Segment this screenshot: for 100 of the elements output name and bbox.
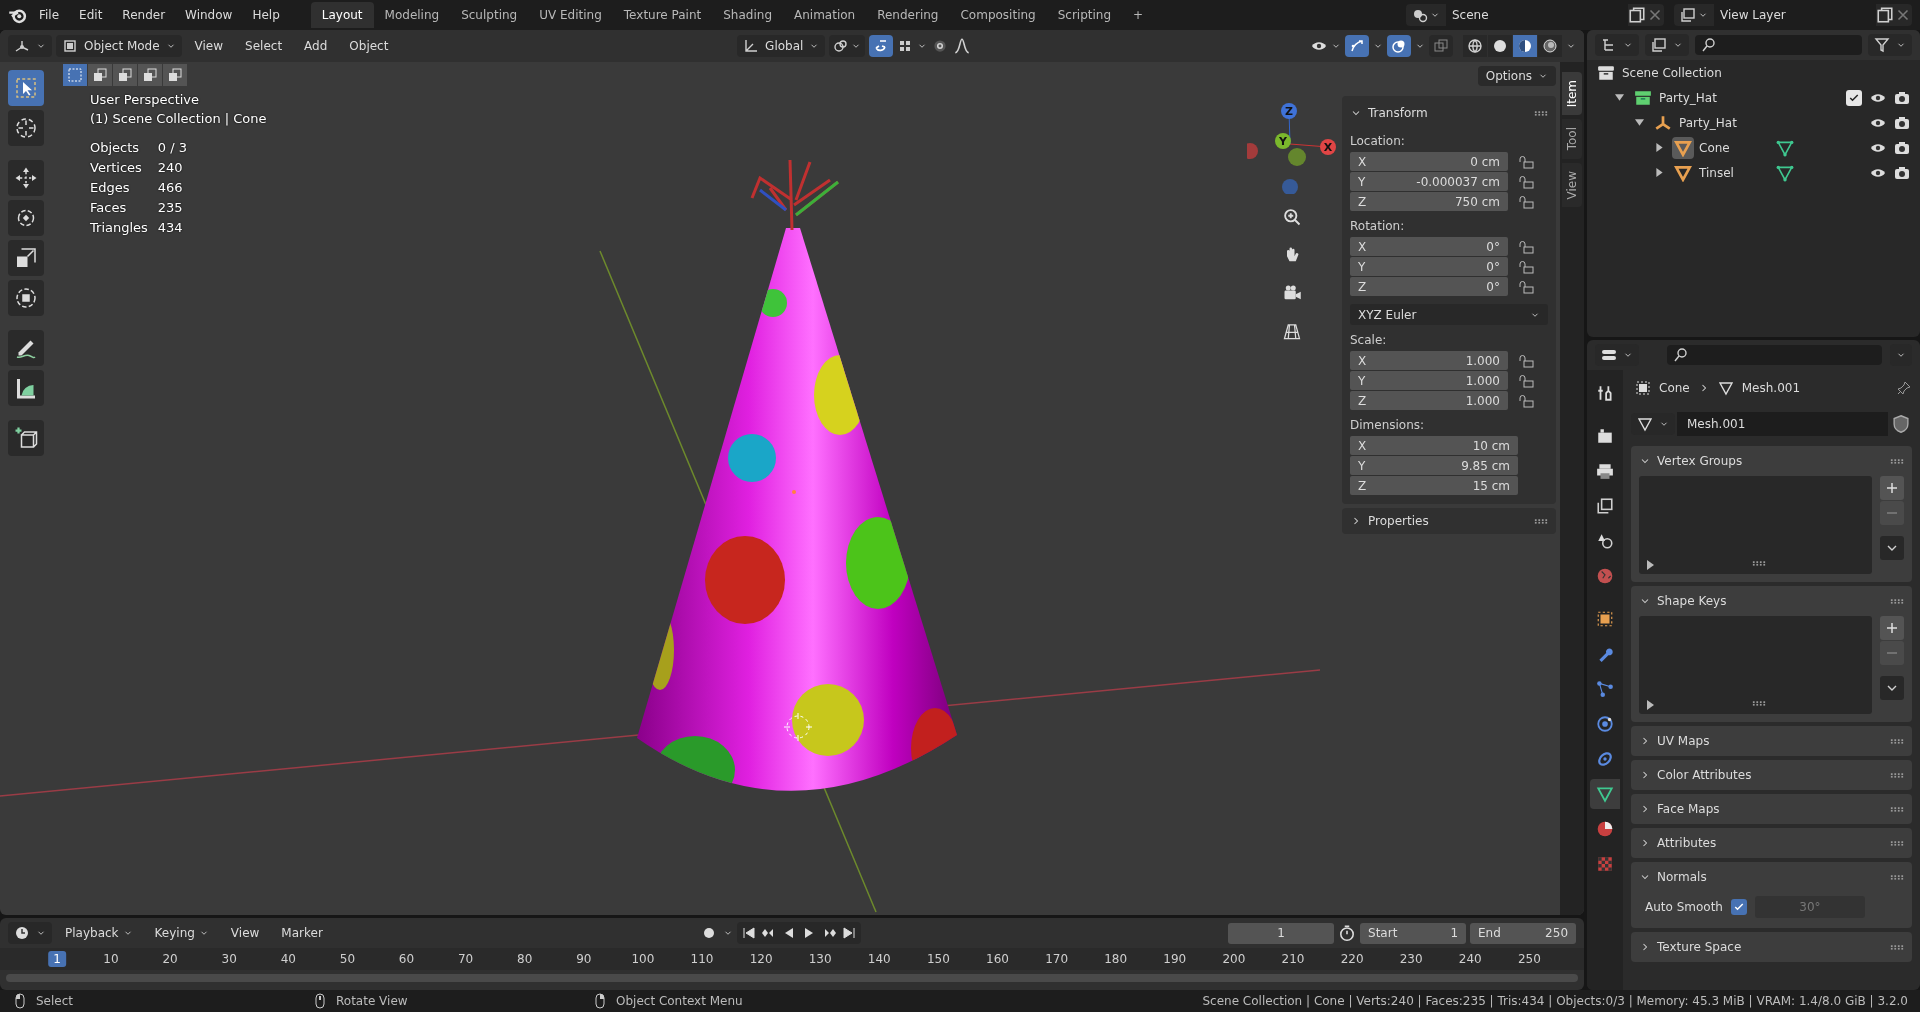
- shading-material-button[interactable]: [1513, 35, 1537, 57]
- triangle-icon[interactable]: [1674, 163, 1692, 182]
- overlays-toggle[interactable]: [1387, 35, 1411, 57]
- gizmos-toggle[interactable]: [1345, 35, 1369, 57]
- number-field[interactable]: X 0 cm: [1350, 152, 1508, 171]
- tool-button[interactable]: [8, 110, 44, 146]
- shield-icon[interactable]: [1890, 413, 1912, 435]
- tool-button[interactable]: [8, 160, 44, 196]
- menu-item[interactable]: File: [30, 4, 69, 26]
- panel-title[interactable]: Normals: [1657, 870, 1884, 884]
- triangle-icon[interactable]: [1674, 138, 1692, 157]
- menu-dropdown[interactable]: Playback: [56, 922, 142, 944]
- number-field[interactable]: Z 15 cm: [1350, 476, 1518, 495]
- frame-range-field[interactable]: Start 1: [1360, 922, 1466, 944]
- tool-button[interactable]: [8, 240, 44, 276]
- scene-field[interactable]: Scene: [1446, 4, 1628, 26]
- shading-solid-button[interactable]: [1488, 35, 1512, 57]
- search-field[interactable]: [1667, 345, 1882, 365]
- number-field[interactable]: X 1.000: [1350, 351, 1508, 370]
- panel-title[interactable]: Transform: [1368, 106, 1528, 120]
- falloff-curve-icon[interactable]: [953, 37, 972, 55]
- pivot-button[interactable]: [829, 35, 866, 57]
- menu-button[interactable]: [1880, 676, 1904, 700]
- panel-title[interactable]: Face Maps: [1657, 802, 1884, 816]
- triangle-down-icon[interactable]: [1635, 118, 1644, 127]
- select-mode-button[interactable]: [138, 64, 162, 86]
- outliner-item[interactable]: Party_Hat: [1659, 90, 1841, 105]
- menu-item[interactable]: Add: [295, 35, 337, 57]
- options-dropdown[interactable]: Options: [1477, 66, 1556, 86]
- mesh-data-icon[interactable]: [1776, 163, 1794, 182]
- add-workspace-button[interactable]: +: [1122, 2, 1155, 28]
- panel-title[interactable]: Shape Keys: [1657, 594, 1884, 608]
- outliner-item[interactable]: Scene Collection: [1622, 65, 1910, 80]
- padlock-open-icon[interactable]: [1518, 372, 1534, 389]
- add-button[interactable]: [1880, 616, 1904, 640]
- menu-item[interactable]: Select: [236, 35, 292, 57]
- datablock-name-field[interactable]: Mesh.001: [1677, 412, 1888, 436]
- padlock-open-icon[interactable]: [1518, 173, 1534, 190]
- sidebar-tab[interactable]: View: [1562, 162, 1582, 208]
- box-icon[interactable]: [1634, 88, 1652, 107]
- tool-button[interactable]: [8, 370, 44, 406]
- display-mode-button[interactable]: [1595, 34, 1639, 56]
- workspace-tab[interactable]: Animation: [783, 2, 867, 28]
- number-field[interactable]: Y 9.85 cm: [1350, 456, 1518, 475]
- number-field[interactable]: Z 1.000: [1350, 391, 1508, 410]
- tool-button[interactable]: [8, 70, 44, 106]
- panel-title[interactable]: Attributes: [1657, 836, 1884, 850]
- padlock-open-icon[interactable]: [1518, 392, 1534, 409]
- outliner-item[interactable]: Tinsel: [1699, 165, 1771, 180]
- padlock-open-icon[interactable]: [1518, 352, 1534, 369]
- checkbox[interactable]: [1731, 899, 1747, 915]
- menu-item[interactable]: Help: [243, 4, 289, 26]
- workspace-tab[interactable]: UV Editing: [528, 2, 613, 28]
- mode-dropdown[interactable]: Object Mode: [56, 35, 182, 57]
- triangle-right-icon[interactable]: [1655, 143, 1664, 152]
- xray-toggle[interactable]: [1429, 35, 1453, 57]
- camera-icon[interactable]: [1894, 164, 1910, 181]
- checkbox[interactable]: [1846, 89, 1862, 106]
- number-field[interactable]: Y 0°: [1350, 257, 1508, 276]
- triangle-down-icon[interactable]: [1615, 93, 1624, 102]
- tool-button[interactable]: [8, 200, 44, 236]
- menu-item[interactable]: Marker: [272, 922, 332, 944]
- triangle-right-icon[interactable]: [1647, 700, 1654, 710]
- filter-mode-button[interactable]: [1645, 34, 1689, 56]
- pin-icon[interactable]: [1896, 380, 1912, 396]
- menu-item[interactable]: Window: [176, 4, 242, 26]
- snap-toggle[interactable]: [869, 35, 894, 57]
- rotation-mode-dropdown[interactable]: XYZ Euler: [1350, 304, 1548, 325]
- mesh-data-icon[interactable]: [1776, 138, 1794, 157]
- workspace-tab[interactable]: Sculpting: [450, 2, 529, 28]
- workspace-tab[interactable]: Layout: [310, 2, 374, 28]
- menu-dropdown[interactable]: Keying: [145, 922, 218, 944]
- editor-type-button[interactable]: [8, 35, 52, 57]
- jump-end-icon[interactable]: [840, 925, 857, 941]
- camera-icon[interactable]: [1894, 114, 1910, 131]
- number-field[interactable]: Z 0°: [1350, 277, 1508, 296]
- archive-box-icon[interactable]: [1597, 63, 1615, 82]
- padlock-open-icon[interactable]: [1518, 278, 1534, 295]
- triangle-right-icon[interactable]: [1647, 560, 1654, 570]
- camera-icon[interactable]: [1894, 89, 1910, 106]
- editor-type-button[interactable]: [8, 922, 52, 944]
- tool-button[interactable]: [8, 420, 44, 456]
- panel-title[interactable]: UV Maps: [1657, 734, 1884, 748]
- padlock-open-icon[interactable]: [1518, 258, 1534, 275]
- number-field[interactable]: X 0°: [1350, 237, 1508, 256]
- padlock-open-icon[interactable]: [1518, 193, 1534, 210]
- number-field[interactable]: Y -0.000037 cm: [1350, 172, 1508, 191]
- outliner-item[interactable]: Cone: [1699, 140, 1771, 155]
- copy-icon[interactable]: [1628, 6, 1646, 24]
- panel-title[interactable]: Vertex Groups: [1657, 454, 1884, 468]
- menu-item[interactable]: View: [221, 922, 269, 944]
- menu-item[interactable]: Edit: [70, 4, 112, 26]
- orientation-dropdown[interactable]: Global: [737, 35, 826, 57]
- copy-icon[interactable]: [1876, 6, 1894, 24]
- shading-rendered-button[interactable]: [1538, 35, 1562, 57]
- padlock-open-icon[interactable]: [1518, 238, 1534, 255]
- padlock-open-icon[interactable]: [1518, 153, 1534, 170]
- sidebar-tab[interactable]: Item: [1562, 72, 1582, 116]
- current-frame-field[interactable]: 1: [1228, 922, 1334, 944]
- sidebar-tab[interactable]: Tool: [1562, 119, 1582, 159]
